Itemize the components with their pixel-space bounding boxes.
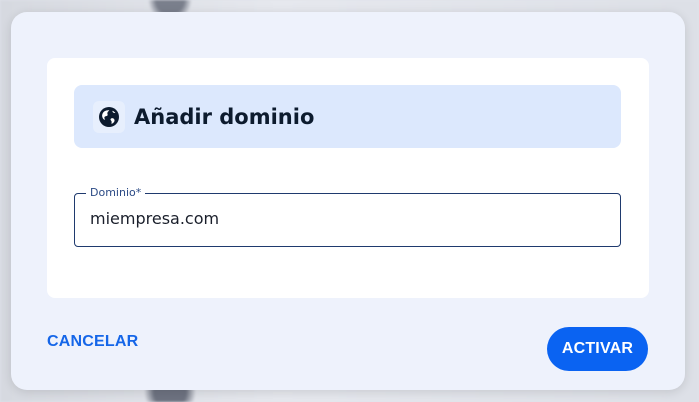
add-domain-dialog: Añadir dominio Dominio* CANCELAR ACTIVAR: [11, 12, 685, 390]
cancel-button[interactable]: CANCELAR: [47, 333, 138, 351]
dialog-header: Añadir dominio: [74, 85, 621, 148]
dialog-title: Añadir dominio: [134, 104, 315, 129]
domain-input[interactable]: [90, 209, 605, 228]
domain-field-label: Dominio*: [86, 186, 146, 199]
dialog-content-card: Añadir dominio Dominio*: [47, 58, 649, 298]
globe-icon: [93, 100, 125, 133]
activate-button[interactable]: ACTIVAR: [547, 327, 648, 371]
domain-field[interactable]: Dominio*: [74, 186, 621, 247]
